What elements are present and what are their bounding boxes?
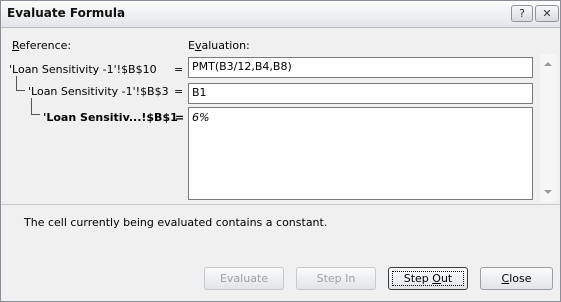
- step-out-prefix: Step: [403, 272, 433, 285]
- evaluation-label: Evaluation:: [188, 39, 250, 52]
- reference-row-1: 'Loan Sensitivity -1'!$B$10: [9, 63, 157, 76]
- step-in-button-label: Step In: [316, 272, 356, 285]
- divider: [1, 204, 560, 205]
- reference-row-2: 'Loan Sensitivity -1'!$B$3: [28, 85, 169, 98]
- evaluate-formula-dialog: Evaluate Formula ? ✕ Reference: Evaluati…: [0, 0, 561, 302]
- equals-row-3: =: [175, 111, 185, 124]
- step-out-suffix: ut: [440, 272, 453, 285]
- scroll-up-arrow-icon[interactable]: [544, 62, 552, 66]
- evaluation-label-text: aluation:: [201, 39, 250, 52]
- status-message: The cell currently being evaluated conta…: [24, 216, 328, 229]
- dialog-title: Evaluate Formula: [7, 6, 126, 20]
- close-button-label: Close: [502, 272, 532, 285]
- equals-row-1: =: [174, 63, 184, 76]
- evaluate-button-label: Evaluate: [219, 272, 269, 285]
- close-button[interactable]: Close: [480, 267, 553, 290]
- evaluation-field-1[interactable]: PMT(B3/12,B4,B8): [188, 57, 533, 78]
- help-button[interactable]: ?: [511, 5, 533, 22]
- title-bar: Evaluate Formula ? ✕: [1, 1, 560, 28]
- evaluate-button[interactable]: Evaluate: [204, 267, 284, 290]
- help-icon: ?: [519, 7, 525, 20]
- close-suffix: lose: [509, 272, 532, 285]
- close-icon: ✕: [542, 7, 552, 20]
- reference-row-3: 'Loan Sensitiv...!$B$1: [43, 111, 178, 124]
- reference-label-text: eference:: [19, 39, 72, 52]
- equals-row-2: =: [174, 85, 184, 98]
- step-out-button[interactable]: Step Out: [388, 267, 468, 290]
- step-out-button-label: Step Out: [404, 272, 453, 285]
- title-close-button[interactable]: ✕: [535, 5, 559, 22]
- reference-label: Reference:: [12, 39, 71, 52]
- step-in-button[interactable]: Step In: [296, 267, 376, 290]
- evaluation-field-3[interactable]: 6%: [188, 107, 533, 200]
- vertical-scrollbar[interactable]: [540, 54, 557, 202]
- step-out-accesskey: O: [432, 272, 441, 285]
- evaluation-field-2[interactable]: B1: [188, 83, 533, 104]
- evaluation-label-e: E: [188, 39, 195, 52]
- tree-connector-2: [31, 98, 40, 115]
- tree-connector-1: [16, 76, 25, 91]
- scroll-down-arrow-icon[interactable]: [544, 190, 552, 194]
